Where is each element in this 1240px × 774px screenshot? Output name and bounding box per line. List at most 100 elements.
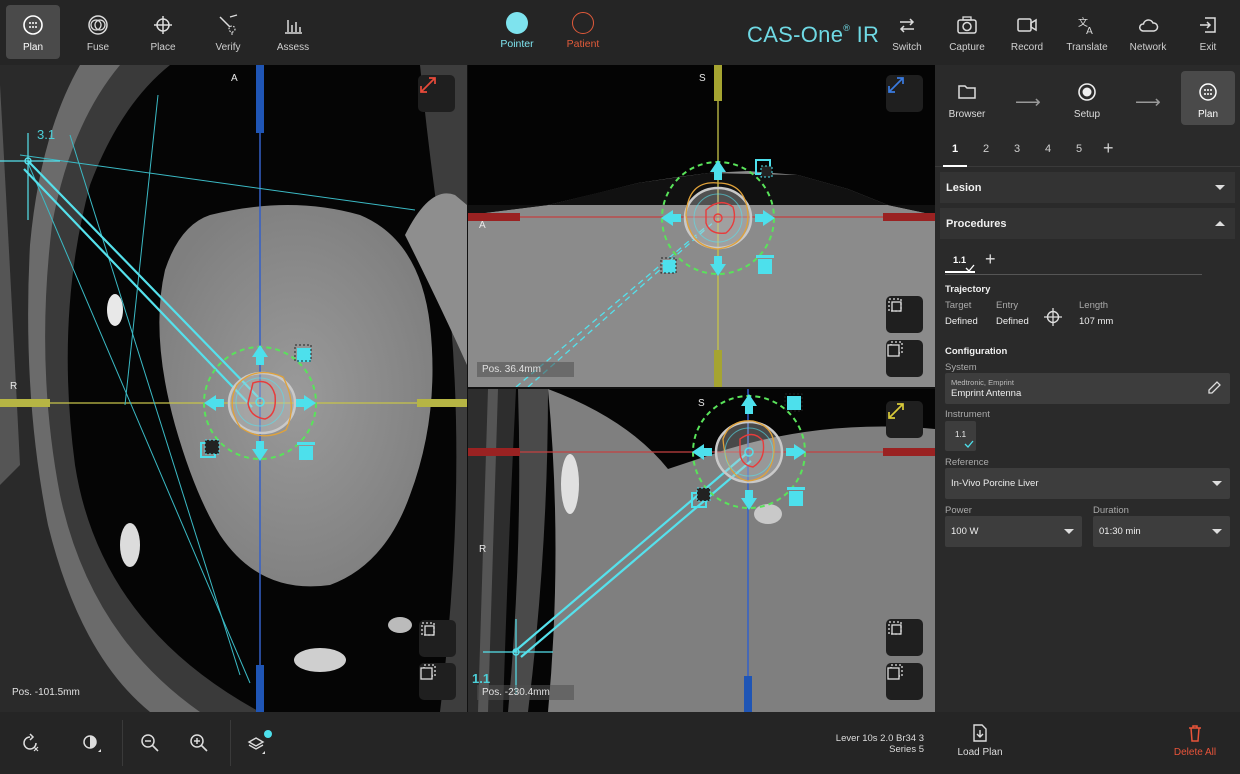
duration-label: Duration bbox=[1093, 505, 1129, 516]
zoom-in-button[interactable] bbox=[185, 729, 213, 757]
coronal-ct-image bbox=[468, 389, 935, 712]
trajectory-label: 1.1 bbox=[472, 671, 491, 686]
coronal-viewport[interactable]: S R 1.1 Pos. -230.4mm bbox=[468, 389, 935, 712]
tab-4[interactable]: 4 bbox=[1045, 143, 1051, 155]
plan-button[interactable]: Plan bbox=[6, 5, 60, 59]
check-icon bbox=[964, 440, 974, 448]
series-number: Series 5 bbox=[889, 744, 924, 755]
capture-label: Capture bbox=[949, 42, 985, 53]
axial-ct-image bbox=[0, 65, 467, 712]
lesion-section-header[interactable]: Lesion bbox=[940, 172, 1235, 203]
trajectory-title: Trajectory bbox=[945, 284, 991, 295]
reference-label: Reference bbox=[945, 457, 989, 468]
translate-button[interactable]: 文A Translate bbox=[1060, 5, 1114, 59]
setup-icon bbox=[1076, 81, 1098, 103]
translate-icon: 文A bbox=[1075, 13, 1099, 37]
zoom-out-button[interactable] bbox=[136, 729, 164, 757]
slice-position-label: Pos. 36.4mm bbox=[477, 362, 574, 377]
pointer-mode-button[interactable]: Pointer bbox=[490, 12, 544, 50]
plan-label: Plan bbox=[22, 42, 43, 53]
workflow-plan-button[interactable]: Plan bbox=[1181, 71, 1235, 125]
verify-icon bbox=[216, 13, 240, 37]
layer-toggle-button[interactable] bbox=[886, 340, 923, 377]
overlay-toggle-button[interactable] bbox=[886, 296, 923, 333]
layer-icon bbox=[887, 664, 903, 680]
record-button[interactable]: Record bbox=[1000, 5, 1054, 59]
reset-view-button[interactable] bbox=[16, 729, 44, 757]
layers-button[interactable] bbox=[245, 729, 273, 757]
folder-icon bbox=[956, 81, 978, 103]
orientation-top-label: S bbox=[699, 73, 706, 84]
fuse-button[interactable]: Fuse bbox=[71, 5, 125, 59]
plan-tabs: 1 2 3 4 5 + bbox=[935, 137, 1240, 167]
power-label: Power bbox=[945, 505, 972, 516]
series-info: Lever 10s 2.0 Br34 3 Series 5 bbox=[836, 733, 924, 755]
record-label: Record bbox=[1010, 42, 1044, 53]
chevron-down-icon bbox=[1064, 529, 1074, 534]
add-procedure-button[interactable]: + bbox=[985, 249, 996, 270]
place-label: Place bbox=[150, 42, 176, 53]
axial-viewport[interactable]: A R 3.1 Pos. -101.5mm bbox=[0, 65, 467, 712]
viewer-toolbar: Lever 10s 2.0 Br34 3 Series 5 bbox=[0, 712, 935, 774]
tab-5[interactable]: 5 bbox=[1076, 143, 1082, 155]
assess-button[interactable]: Assess bbox=[266, 5, 320, 59]
switch-button[interactable]: Switch bbox=[880, 5, 934, 59]
tab-3[interactable]: 3 bbox=[1014, 143, 1020, 155]
fuse-label: Fuse bbox=[86, 42, 110, 53]
exit-icon bbox=[1196, 13, 1220, 37]
load-plan-button[interactable]: Load Plan bbox=[957, 724, 1003, 758]
instrument-label: Instrument bbox=[945, 409, 990, 420]
place-icon bbox=[151, 13, 175, 37]
tab-1[interactable]: 1 bbox=[952, 143, 958, 155]
workflow-browser-button[interactable]: Browser bbox=[940, 71, 994, 125]
expand-viewport-button[interactable] bbox=[886, 75, 923, 112]
place-button[interactable]: Place bbox=[136, 5, 190, 59]
layer-toggle-button[interactable] bbox=[886, 663, 923, 700]
switch-label: Switch bbox=[892, 42, 922, 53]
chevron-down-icon bbox=[1212, 481, 1222, 486]
cloud-icon bbox=[1136, 13, 1160, 37]
tab-2[interactable]: 2 bbox=[983, 143, 989, 155]
overlay-toggle-button[interactable] bbox=[886, 619, 923, 656]
procedures-section-header[interactable]: Procedures bbox=[940, 208, 1235, 239]
zoom-out-icon bbox=[141, 734, 159, 752]
system-vendor: Medtronic, Emprint bbox=[951, 378, 1014, 387]
reference-dropdown[interactable]: In-Vivo Porcine Liver bbox=[945, 468, 1230, 499]
patient-mode-button[interactable]: Patient bbox=[556, 12, 610, 50]
power-value: 100 W bbox=[951, 526, 979, 537]
add-tab-button[interactable]: + bbox=[1103, 138, 1114, 159]
window-level-button[interactable] bbox=[77, 729, 105, 757]
expand-viewport-button[interactable] bbox=[418, 75, 455, 112]
expand-icon bbox=[888, 77, 904, 93]
verify-button[interactable]: Verify bbox=[201, 5, 255, 59]
exit-button[interactable]: Exit bbox=[1181, 5, 1235, 59]
system-field[interactable]: Medtronic, Emprint Emprint Antenna bbox=[945, 373, 1230, 404]
configuration-title: Configuration bbox=[945, 346, 1008, 357]
power-dropdown[interactable]: 100 W bbox=[945, 516, 1082, 547]
sagittal-ct-image bbox=[468, 65, 935, 387]
plan-icon bbox=[21, 13, 45, 37]
slice-position-label: Pos. -101.5mm bbox=[12, 687, 80, 698]
expand-viewport-button[interactable] bbox=[886, 401, 923, 438]
workflow-plan-label: Plan bbox=[1197, 109, 1218, 120]
layer-toggle-button[interactable] bbox=[419, 663, 456, 700]
reference-value: In-Vivo Porcine Liver bbox=[951, 478, 1039, 489]
target-crosshair-button[interactable] bbox=[1044, 308, 1062, 331]
arrow-icon: ⟶ bbox=[1135, 92, 1161, 112]
target-value: Defined bbox=[945, 316, 978, 327]
workflow-setup-button[interactable]: Setup bbox=[1060, 71, 1114, 125]
sagittal-viewport[interactable]: S A Pos. 36.4mm bbox=[468, 65, 935, 387]
chevron-up-icon bbox=[1215, 221, 1225, 226]
delete-all-button[interactable]: Delete All bbox=[1170, 724, 1220, 758]
edit-icon bbox=[1208, 381, 1221, 394]
network-button[interactable]: Network bbox=[1121, 5, 1175, 59]
capture-button[interactable]: Capture bbox=[940, 5, 994, 59]
load-plan-label: Load Plan bbox=[957, 747, 1003, 758]
plan-panel: Browser ⟶ Setup ⟶ Plan 1 2 3 4 5 + Lesio… bbox=[935, 65, 1240, 712]
instrument-chip[interactable]: 1.1 bbox=[945, 421, 976, 451]
target-label: Target bbox=[945, 300, 972, 311]
duration-dropdown[interactable]: 01:30 min bbox=[1093, 516, 1230, 547]
procedure-tab-1-1[interactable]: 1.1 bbox=[945, 247, 975, 273]
overlay-toggle-button[interactable] bbox=[419, 620, 456, 657]
orientation-left-label: R bbox=[10, 381, 18, 392]
